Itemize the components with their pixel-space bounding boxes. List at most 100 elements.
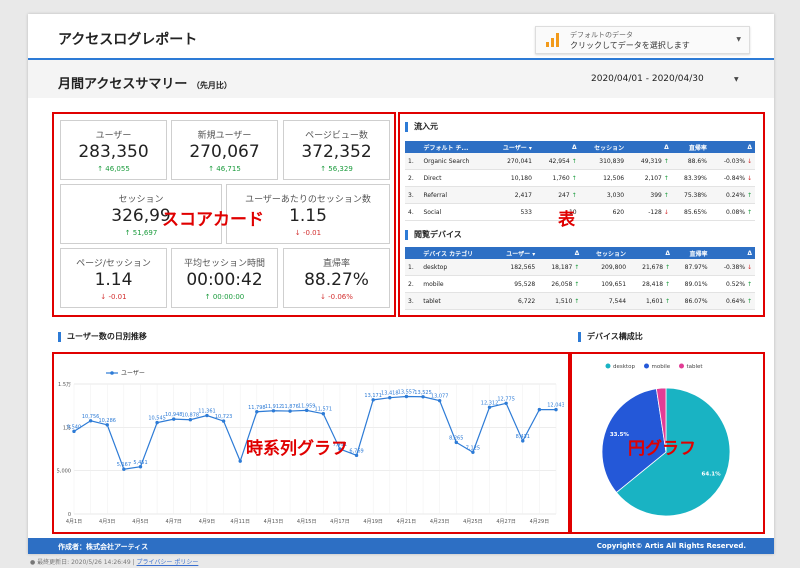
data-label: 11,876 <box>281 404 299 410</box>
data-selector[interactable]: デフォルトのデータ クリックしてデータを選択します ▼ <box>535 26 750 54</box>
devices-title: 閲覧デバイス <box>405 230 462 240</box>
table-cell: tablet <box>420 292 493 310</box>
column-header[interactable]: ユーザー ▾ <box>488 141 535 153</box>
scorecard: ページ/セッション 1.14 ↓ -0.01 <box>60 248 167 308</box>
table-cell: 10,180 <box>488 169 535 187</box>
table-cell: 83.39% <box>671 169 710 187</box>
y-tick-label: 1.5万 <box>58 382 71 388</box>
legend-swatch <box>605 363 611 369</box>
scorecard-delta: ↑ 51,697 <box>124 229 158 237</box>
table-cell: 209,800 <box>582 259 630 276</box>
scorecard-delta: ↑ 56,329 <box>320 165 353 173</box>
pie-annotation: 円グラフ <box>628 439 696 459</box>
column-header[interactable]: セッション <box>582 247 630 259</box>
scorecard-label: ページビュー数 <box>305 131 368 141</box>
scorecard-label: 直帰率 <box>322 259 350 269</box>
x-tick-label: 4月27日 <box>496 519 516 525</box>
x-tick-label: 4月23日 <box>430 519 450 525</box>
table-cell: Direct <box>420 169 489 187</box>
x-tick-label: 4月3日 <box>99 519 115 525</box>
sources-row: 2. Direct 10,180 1,760 ↑ 12,506 2,107 ↑ 83.39%… <box>405 169 755 187</box>
summary-title: 月間アクセスサマリー （先月比） <box>58 73 232 92</box>
devices-table: デバイス カテゴリ ユーザー ▾ Δ セッション Δ 直帰率 Δ 1. desktop 182,5… <box>405 247 755 310</box>
data-label: 13,077 <box>431 394 449 400</box>
summary-note: （先月比） <box>191 81 232 90</box>
table-cell: desktop <box>420 259 493 276</box>
date-range[interactable]: 2020/04/01 - 2020/04/30 <box>591 74 704 84</box>
column-header[interactable]: Δ <box>709 141 755 153</box>
bar-chart-icon <box>546 33 562 47</box>
data-label: 10,948 <box>165 412 183 418</box>
table-cell: 6,722 <box>492 292 539 310</box>
table-cell: Organic Search <box>420 153 489 170</box>
column-header[interactable]: 直帰率 <box>673 247 711 259</box>
table-cell: mobile <box>420 275 493 293</box>
table-cell: 0.64% ↑ <box>710 292 755 310</box>
x-tick-label: 4月7日 <box>166 519 182 525</box>
scorecard-delta: ↑ 46,715 <box>208 165 241 173</box>
column-header[interactable]: セッション <box>579 141 628 153</box>
privacy-policy-link[interactable]: プライバシー ポリシー <box>137 559 199 566</box>
table-cell: 18,187 ↑ <box>538 259 583 276</box>
table-cell: 12,506 <box>579 169 628 187</box>
scorecard-value: 1.14 <box>94 270 133 290</box>
data-label: 5,451 <box>133 460 147 466</box>
data-label: 11,912 <box>265 404 283 410</box>
table-cell: -128 ↓ <box>627 203 672 221</box>
x-tick-label: 4月13日 <box>264 519 284 525</box>
x-tick-label: 4月1日 <box>66 519 82 525</box>
scorecard-label: ページ/セッション <box>76 259 151 269</box>
column-header[interactable]: Δ <box>710 247 755 259</box>
column-header[interactable]: デフォルト チ... <box>420 141 489 153</box>
footer-copyright: Copyright© Artis All Rights Reserved. <box>596 542 746 550</box>
timeseries-annotation: 時系列グラフ <box>246 439 348 459</box>
report-title: アクセスログレポート <box>58 32 198 48</box>
scorecard-delta: ↑ 46,055 <box>97 165 130 173</box>
legend-swatch <box>679 363 684 369</box>
data-label: 10,878 <box>182 413 200 419</box>
sources-row: 4. Social 533 -10 620 -128 ↓ 85.65% 0.08% ↑ <box>405 203 755 221</box>
report-header: アクセスログレポート デフォルトのデータ クリックしてデータを選択します ▼ <box>28 14 774 60</box>
table-cell: 26,058 ↑ <box>538 275 583 293</box>
table-cell: 0.52% ↑ <box>710 275 755 293</box>
column-header[interactable]: デバイス カテゴリ <box>420 247 493 259</box>
table-cell: 2. <box>405 275 421 293</box>
data-selector-label: クリックしてデータを選択します <box>570 41 690 50</box>
data-label: 10,545 <box>148 416 166 422</box>
scorecard-label: 新規ユーザー <box>197 131 252 141</box>
table-cell: 399 ↑ <box>627 186 672 204</box>
sources-table: デフォルト チ... ユーザー ▾ Δ セッション Δ 直帰率 Δ 1. Organic Sea… <box>405 141 755 221</box>
column-header[interactable]: Δ <box>538 247 583 259</box>
column-header[interactable]: 直帰率 <box>671 141 710 153</box>
data-selector-caption: デフォルトのデータ <box>570 31 633 39</box>
table-cell: 533 <box>488 203 535 221</box>
scorecard-delta: ↓ -0.01 <box>100 293 127 301</box>
x-tick-label: 4月9日 <box>199 519 215 525</box>
timeseries-title: ユーザー数の日別推移 <box>58 332 147 342</box>
table-cell: 88.6% <box>671 153 710 170</box>
x-tick-label: 4月21日 <box>397 519 417 525</box>
x-tick-label: 4月17日 <box>330 519 350 525</box>
data-label: 6,769 <box>349 448 363 454</box>
column-header[interactable]: ユーザー ▾ <box>492 247 539 259</box>
y-tick-label: 5,000 <box>57 469 71 475</box>
legend-label: tablet <box>687 364 704 370</box>
table-cell: Referral <box>420 186 489 204</box>
column-header[interactable]: Δ <box>534 141 580 153</box>
table-cell: 86.07% <box>673 292 711 310</box>
devices-row: 2. mobile 95,528 26,058 ↑ 109,651 28,418 ↑ 89.… <box>405 275 755 293</box>
column-header[interactable]: Δ <box>627 141 672 153</box>
page-meta: ● 最終更新日: 2020/5/26 14:26:49 | プライバシー ポリシ… <box>30 557 198 566</box>
data-label: 10,723 <box>215 414 233 420</box>
table-cell: 87.97% <box>673 259 711 276</box>
caret-down-icon[interactable]: ▼ <box>734 76 739 83</box>
data-label: 13,171 <box>364 393 382 399</box>
column-header[interactable]: Δ <box>629 247 674 259</box>
scorecard-value: 283,350 <box>78 142 149 162</box>
data-point <box>238 459 242 463</box>
caret-down-icon: ▼ <box>736 36 741 43</box>
scorecard-delta: ↑ 00:00:00 <box>204 293 245 301</box>
data-label: 11,571 <box>315 407 333 413</box>
pie-title: デバイス構成比 <box>578 332 643 342</box>
table-cell: 182,565 <box>492 259 539 276</box>
